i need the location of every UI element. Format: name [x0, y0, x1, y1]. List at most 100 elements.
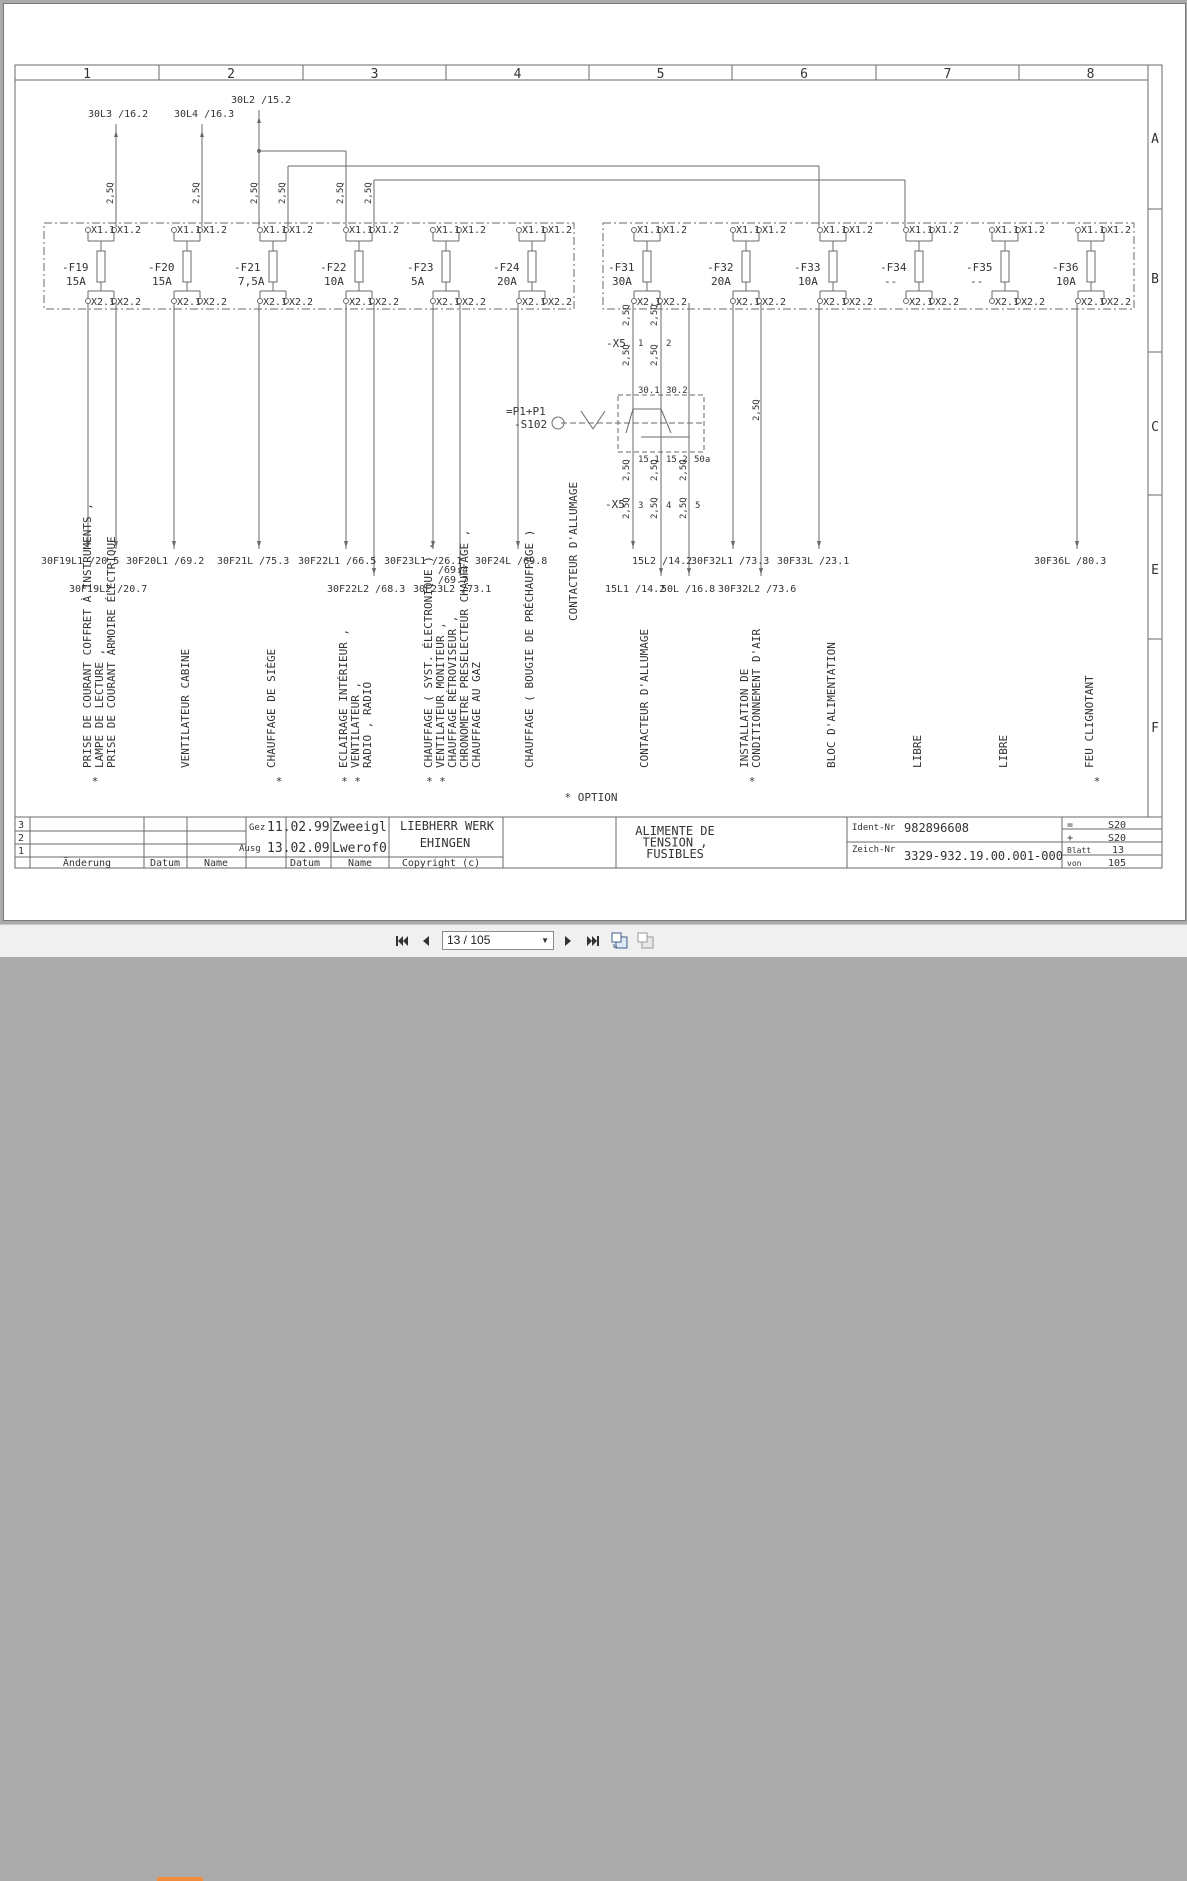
document-viewer: 12345678ABCEF X1.1 X1.2 X2.1 X2.2 -F19 15A X1.…	[0, 0, 1187, 924]
revision-index: 1	[18, 846, 24, 857]
circuit-description: FEU CLIGNOTANT *	[1083, 675, 1100, 788]
description-line: CONTACTEUR D'ALLUMAGE	[567, 482, 580, 621]
header-label: Name	[204, 858, 228, 869]
terminal-label: X2.1	[909, 297, 933, 308]
terminal-label: X2.2	[548, 297, 572, 308]
sheet-number: 13	[1112, 845, 1124, 856]
terminal-label: X1.2	[289, 225, 313, 236]
circuit-description: PRISE DE COURANT COFFRET À INSTRUMENTS ,…	[81, 503, 118, 788]
previous-page-button[interactable]	[416, 931, 436, 951]
drawn-label: Gez	[249, 823, 265, 833]
key-icon	[592, 410, 606, 430]
revision-index: 3	[18, 820, 24, 831]
terminal	[730, 298, 736, 304]
wire-size-label: 2,5Q	[650, 304, 660, 326]
fuse-f24: X1.1 X1.2 X2.1 X2.2 -F2420A	[493, 225, 572, 308]
terminal	[516, 227, 522, 233]
fit-width-button[interactable]	[636, 931, 656, 951]
pin-label: 4	[666, 501, 671, 511]
header-label: Copyright (c)	[402, 858, 480, 869]
fuse-element	[182, 250, 192, 283]
column-number: 3	[371, 67, 379, 82]
circuit-description: BLOC D'ALIMENTATION	[825, 642, 838, 768]
switch-tag: -S102	[514, 418, 547, 431]
fuse-rating: 5A	[411, 275, 425, 288]
next-page-button[interactable]	[558, 931, 578, 951]
terminal-label: X2.1	[823, 297, 847, 308]
fuse-f20: X1.1 X1.2 X2.1 X2.2 -F2015A	[148, 225, 227, 308]
title-block: 3 2 1 Änderung Datum Name Datum Name Copyright (…	[15, 816, 1162, 869]
terminal-label: X1.1	[909, 225, 933, 236]
drawing-title: FUSIBLES	[646, 847, 704, 861]
drawn-date: 11.02.99	[267, 820, 330, 835]
terminal	[343, 298, 349, 304]
terminal	[1075, 298, 1081, 304]
supply-label: 30L4 /16.3	[174, 109, 234, 120]
terminal-label: X1.1	[263, 225, 287, 236]
terminal	[516, 298, 522, 304]
switch-contact	[660, 408, 672, 434]
terminal-label: X2.2	[762, 297, 786, 308]
xref-label: 30F20L1 /69.2	[126, 556, 204, 567]
circuit-description: LIBRE	[997, 735, 1010, 768]
terminal-label: X1.2	[548, 225, 572, 236]
fuse-f33: X1.1 X1.2 X2.1 X2.2 -F3310A	[794, 225, 873, 308]
terminal	[903, 227, 909, 233]
pin-label: 5	[695, 501, 700, 511]
row-letter: E	[1151, 563, 1159, 578]
header-label: Änderung	[63, 856, 111, 869]
viewer-toolbar: 13 / 105 ▼	[0, 924, 1187, 1881]
wire-size-label: 2,5Q	[622, 459, 632, 481]
arrow-icon	[659, 568, 663, 575]
column-number: 8	[1087, 67, 1095, 82]
wire-size-label: 2,5Q	[650, 344, 660, 366]
fuse-name: -F32	[707, 261, 734, 274]
fuse-element	[96, 250, 106, 283]
fuse-rating: 10A	[1056, 275, 1076, 288]
terminal	[257, 298, 263, 304]
terminal-label: X1.1	[349, 225, 373, 236]
wire-size-label: 2,5Q	[278, 182, 288, 204]
location-sign: +	[1067, 833, 1073, 844]
terminal-label: X1.1	[1081, 225, 1105, 236]
wire-size-label: 2,5Q	[752, 399, 762, 421]
fuse-rating: 30A	[612, 275, 632, 288]
arrow-icon	[200, 131, 204, 137]
last-page-button[interactable]	[583, 931, 603, 951]
terminal-label: X2.2	[1107, 297, 1131, 308]
arrow-icon	[731, 541, 735, 548]
drawn-name: Zweeigl	[332, 820, 387, 835]
fuse-element	[741, 250, 751, 283]
fuse-name: -F23	[407, 261, 434, 274]
page-selector[interactable]: 13 / 105 ▼	[442, 931, 554, 950]
description-line: CONDITIONNEMENT D'AIR	[750, 629, 763, 768]
ignition-switch: -X5-X51 23 4 530.1 30.215.1 15.2 50a=P1+P1-S10…	[506, 337, 710, 511]
terminal-label: X2.2	[663, 297, 687, 308]
option-mark: *	[276, 775, 283, 788]
terminal-label: X2.1	[1081, 297, 1105, 308]
terminal-label: X1.1	[736, 225, 760, 236]
description-line: RADIO , RADIO	[361, 682, 374, 768]
fuse-element	[642, 250, 652, 283]
row-letter: C	[1151, 420, 1159, 435]
first-page-button[interactable]	[392, 931, 412, 951]
circuit-description: ECLAIRAGE INTÉRIEUR , VENTILATEUR , RADIO …	[337, 629, 374, 788]
fit-page-button[interactable]	[610, 931, 630, 951]
fuse-name: -F36	[1052, 261, 1079, 274]
fuse-f21: X1.1 X1.2 X2.1 X2.2 -F217,5A	[234, 225, 313, 308]
xref-label: 30F22L2 /68.3	[327, 584, 405, 595]
terminal-label: X1.1	[177, 225, 201, 236]
fuse-name: -F20	[148, 261, 175, 274]
fuse-name: -F35	[966, 261, 993, 274]
wire-size-label: 2,5Q	[192, 182, 202, 204]
wires	[86, 110, 1079, 576]
fuse-f36: X1.1 X1.2 X2.1 X2.2 -F3610A	[1052, 225, 1131, 308]
terminal	[989, 227, 995, 233]
fuse-name: -F19	[62, 261, 89, 274]
arrow-icon	[516, 541, 520, 548]
terminal-label: X1.2	[1021, 225, 1045, 236]
pin-label: 1	[638, 339, 643, 349]
terminal-label: X1.2	[663, 225, 687, 236]
terminal-label: X1.1	[637, 225, 661, 236]
page-number-text: 13 / 105	[447, 933, 491, 947]
